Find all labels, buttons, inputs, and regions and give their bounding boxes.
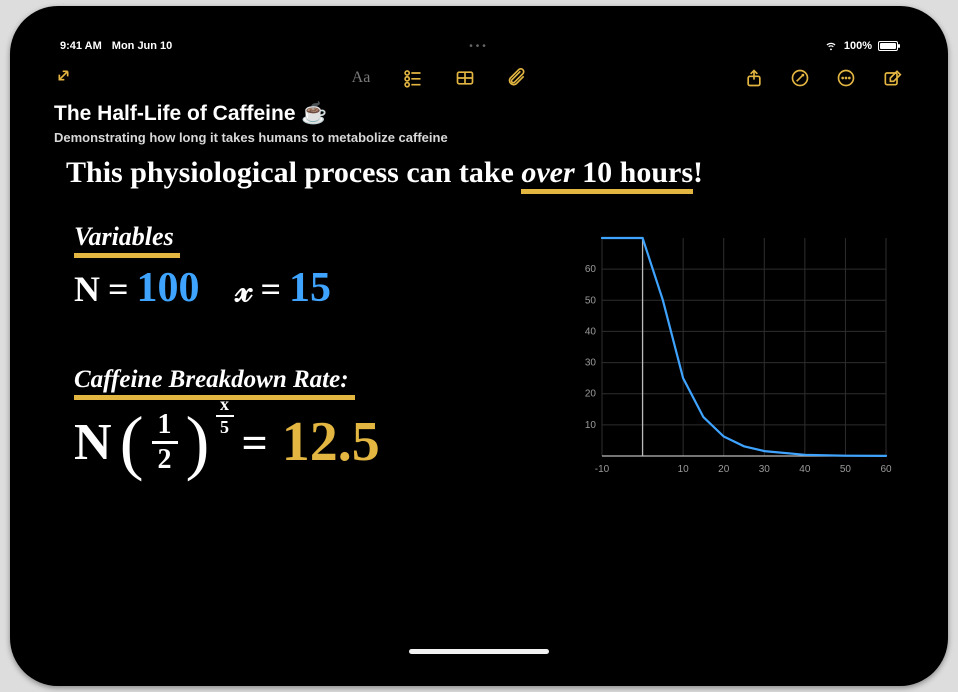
rate-block: Caffeine Breakdown Rate: N ( 1 2 ) [74,366,380,474]
handwritten-headline: This physiological process can take over… [66,156,703,190]
notes-app-screen: 9:41 AM Mon Jun 10 ••• 100% [36,32,922,660]
headline-pre: This physiological process can take [66,156,521,189]
variables-label: Variables [74,222,180,258]
status-date: Mon Jun 10 [112,40,173,52]
svg-text:20: 20 [718,464,730,475]
equation-answer: 12.5 [282,410,380,474]
svg-text:60: 60 [880,464,892,475]
svg-text:30: 30 [585,358,597,369]
svg-text:-10: -10 [595,464,610,475]
wifi-icon [824,38,838,55]
screen-bezel: 9:41 AM Mon Jun 10 ••• 100% [36,32,922,660]
checklist-icon[interactable] [401,66,425,90]
var-x-value: 15 [289,264,331,312]
ipad-device-frame: 9:41 AM Mon Jun 10 ••• 100% [10,6,948,686]
table-icon[interactable] [453,66,477,90]
svg-text:10: 10 [678,464,690,475]
home-indicator[interactable] [409,649,549,654]
exponent: x 5 [216,394,234,438]
note-content[interactable]: The Half-Life of Caffeine ☕ Demonstratin… [54,102,904,650]
variables-block: Variables N = 100 𝓍 = 15 [74,222,331,312]
paren-close: ) [186,417,210,467]
collapse-icon[interactable] [54,66,78,90]
svg-text:40: 40 [799,464,811,475]
compose-icon[interactable] [880,66,904,90]
svg-text:60: 60 [585,264,597,275]
more-icon[interactable] [834,66,858,90]
note-subtitle: Demonstrating how long it takes humans t… [54,130,904,145]
text-style-button[interactable]: Aa [349,66,373,90]
toolbar: Aa [36,60,922,96]
svg-text:20: 20 [585,389,597,400]
var-x-symbol: 𝓍 [236,268,253,311]
fraction-half: 1 2 [152,411,178,474]
headline-bang: ! [693,156,703,189]
status-left: 9:41 AM Mon Jun 10 [60,40,172,52]
svg-text:50: 50 [840,464,852,475]
paren-open: ( [120,417,144,467]
var-n-value: 100 [137,264,200,312]
rate-label: Caffeine Breakdown Rate: [74,366,355,400]
attach-icon[interactable] [505,66,529,90]
headline-em: 10 hours [582,156,693,194]
markup-icon[interactable] [788,66,812,90]
share-icon[interactable] [742,66,766,90]
variable-x: 𝓍 = 15 [236,264,331,312]
svg-text:10: 10 [585,420,597,431]
note-title: The Half-Life of Caffeine ☕ [54,102,904,126]
battery-icon [878,41,898,51]
var-n-symbol: N [74,268,100,310]
status-bar: 9:41 AM Mon Jun 10 ••• 100% [36,32,922,56]
equals: = [242,416,268,469]
chart-svg: -10 10 20 30 40 50 60 10 20 30 40 50 60 [564,230,894,480]
svg-text:50: 50 [585,295,597,306]
decay-chart: -10 10 20 30 40 50 60 10 20 30 40 50 60 [564,230,894,480]
svg-text:40: 40 [585,326,597,337]
variable-n: N = 100 [74,264,200,312]
multitask-dots[interactable]: ••• [469,41,489,52]
equation-N: N [74,413,112,472]
equation: N ( 1 2 ) x 5 [74,410,380,474]
handwriting-area[interactable]: This physiological process can take over… [54,156,904,650]
battery-percent: 100% [844,40,872,52]
status-right: 100% [824,38,898,55]
status-time: 9:41 AM [60,40,102,52]
svg-text:30: 30 [759,464,771,475]
headline-over: over [521,156,582,194]
